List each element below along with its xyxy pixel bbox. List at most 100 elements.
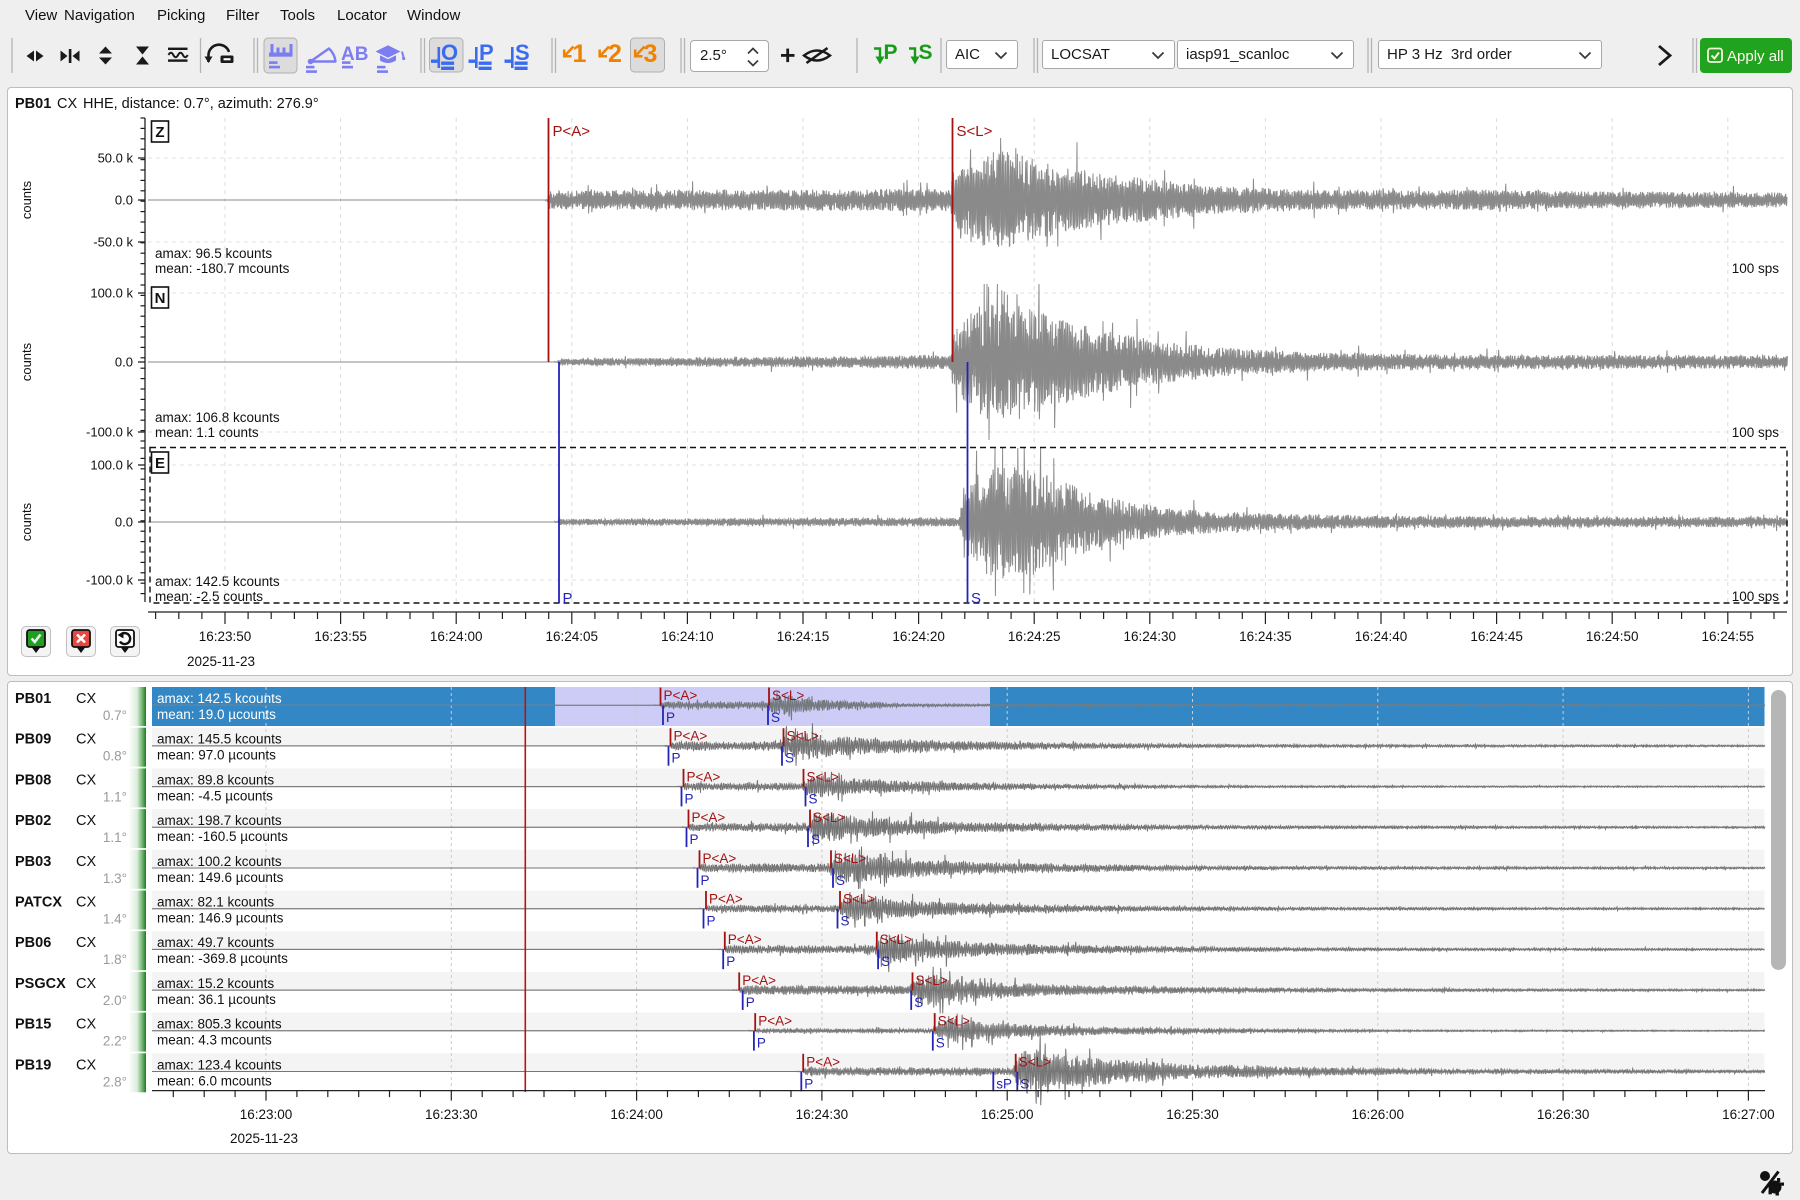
svg-text:0.0: 0.0 — [115, 515, 133, 530]
svg-text:PB02: PB02 — [15, 813, 51, 829]
svg-text:CX: CX — [76, 691, 96, 707]
svg-text:PB15: PB15 — [15, 1017, 51, 1033]
svg-text:S: S — [919, 41, 933, 64]
svg-text:P<A>: P<A> — [674, 729, 708, 744]
svg-text:S: S — [881, 954, 890, 969]
svg-text:16:24:45: 16:24:45 — [1470, 629, 1523, 644]
svg-text:1.3°: 1.3° — [103, 871, 127, 886]
svg-text:16:23:30: 16:23:30 — [425, 1107, 478, 1122]
svg-text:16:27:00: 16:27:00 — [1722, 1107, 1775, 1122]
svg-text:counts: counts — [19, 342, 34, 381]
svg-text:S<L>: S<L> — [938, 1014, 970, 1029]
svg-text:P: P — [746, 995, 755, 1010]
svg-text:100 sps: 100 sps — [1732, 261, 1780, 276]
svg-text:E: E — [155, 455, 165, 472]
svg-text:S<L>: S<L> — [880, 932, 912, 947]
svg-text:2: 2 — [608, 40, 622, 68]
svg-text:mean: -4.5 µcounts: mean: -4.5 µcounts — [157, 788, 273, 803]
svg-text:S: S — [1020, 1076, 1029, 1091]
svg-text:CX: CX — [76, 772, 96, 788]
svg-text:mean: 149.6 µcounts: mean: 149.6 µcounts — [157, 870, 284, 885]
svg-text:CX: CX — [76, 732, 96, 748]
svg-text:mean: 19.0 µcounts: mean: 19.0 µcounts — [157, 707, 276, 722]
svg-text:S: S — [811, 832, 820, 847]
svg-text:16:24:15: 16:24:15 — [777, 629, 830, 644]
svg-text:amax: 198.7 kcounts: amax: 198.7 kcounts — [157, 813, 282, 828]
svg-text:0.0: 0.0 — [115, 193, 133, 208]
svg-text:P: P — [884, 41, 898, 64]
svg-text:100.0 k: 100.0 k — [90, 286, 133, 301]
svg-text:0.7°: 0.7° — [103, 708, 127, 723]
svg-text:S: S — [809, 791, 818, 806]
svg-text:CX: CX — [76, 976, 96, 992]
svg-text:HHE, distance: 0.7°, azimuth:: HHE, distance: 0.7°, azimuth: 276.9° — [83, 96, 319, 112]
svg-text:16:24:30: 16:24:30 — [1124, 629, 1177, 644]
svg-text:16:24:00: 16:24:00 — [430, 629, 483, 644]
svg-text:amax: 15.2 kcounts: amax: 15.2 kcounts — [157, 976, 274, 991]
svg-text:mean: -369.8 µcounts: mean: -369.8 µcounts — [157, 951, 288, 966]
svg-text:16:23:55: 16:23:55 — [314, 629, 367, 644]
svg-text:16:24:20: 16:24:20 — [892, 629, 945, 644]
svg-text:2.0°: 2.0° — [103, 993, 127, 1008]
svg-text:S<L>: S<L> — [1019, 1054, 1051, 1069]
svg-text:S<L>: S<L> — [834, 851, 866, 866]
svg-text:P<A>: P<A> — [664, 688, 698, 703]
svg-text:mean: 6.0 mcounts: mean: 6.0 mcounts — [157, 1073, 272, 1088]
svg-text:CX: CX — [76, 895, 96, 911]
svg-text:S: S — [914, 995, 923, 1010]
svg-text:Apply all: Apply all — [1727, 48, 1784, 65]
svg-text:16:26:30: 16:26:30 — [1537, 1107, 1590, 1122]
svg-text:-100.0 k: -100.0 k — [86, 425, 133, 440]
svg-text:P<A>: P<A> — [806, 1054, 840, 1069]
svg-text:S<L>: S<L> — [787, 729, 819, 744]
svg-text:P: P — [690, 832, 699, 847]
svg-text:100.0 k: 100.0 k — [90, 458, 133, 473]
svg-text:PB01: PB01 — [15, 691, 51, 707]
svg-text:16:24:35: 16:24:35 — [1239, 629, 1292, 644]
svg-text:amax: 96.5 kcounts: amax: 96.5 kcounts — [155, 246, 272, 261]
svg-text:PSGCX: PSGCX — [15, 976, 66, 992]
svg-text:PB19: PB19 — [15, 1057, 51, 1073]
svg-text:1.8°: 1.8° — [103, 952, 127, 967]
svg-text:CX: CX — [76, 1017, 96, 1033]
svg-text:16:24:05: 16:24:05 — [546, 629, 599, 644]
svg-text:16:24:30: 16:24:30 — [796, 1107, 849, 1122]
svg-text:16:25:00: 16:25:00 — [981, 1107, 1034, 1122]
svg-text:16:24:40: 16:24:40 — [1355, 629, 1408, 644]
svg-text:PB09: PB09 — [15, 732, 51, 748]
svg-text:mean: 1.1 counts: mean: 1.1 counts — [155, 425, 259, 440]
svg-text:S<L>: S<L> — [813, 810, 845, 825]
svg-text:16:24:10: 16:24:10 — [661, 629, 714, 644]
svg-text:100 sps: 100 sps — [1732, 425, 1780, 440]
svg-text:0.8°: 0.8° — [103, 749, 127, 764]
svg-text:16:25:30: 16:25:30 — [1166, 1107, 1219, 1122]
svg-text:P<A>: P<A> — [758, 1014, 792, 1029]
svg-text:P: P — [685, 791, 694, 806]
svg-text:3: 3 — [644, 40, 658, 68]
svg-text:16:26:00: 16:26:00 — [1352, 1107, 1405, 1122]
svg-text:mean: -160.5 µcounts: mean: -160.5 µcounts — [157, 829, 288, 844]
svg-text:S<L>: S<L> — [807, 769, 839, 784]
svg-text:S<L>: S<L> — [916, 973, 948, 988]
svg-text:mean: 36.1 µcounts: mean: 36.1 µcounts — [157, 992, 276, 1007]
svg-text:P: P — [672, 751, 681, 766]
svg-text:0.0: 0.0 — [115, 355, 133, 370]
svg-text:P<A>: P<A> — [692, 810, 726, 825]
svg-text:16:24:25: 16:24:25 — [1008, 629, 1061, 644]
svg-text:S<L>: S<L> — [772, 688, 804, 703]
svg-text:P: P — [701, 873, 710, 888]
svg-text:amax: 145.5 kcounts: amax: 145.5 kcounts — [157, 732, 282, 747]
svg-text:Z: Z — [155, 124, 164, 141]
svg-text:counts: counts — [19, 502, 34, 541]
svg-text:CX: CX — [57, 96, 77, 112]
svg-text:1: 1 — [573, 40, 587, 68]
svg-text:amax: 89.8 kcounts: amax: 89.8 kcounts — [157, 772, 274, 787]
svg-text:P: P — [563, 590, 573, 607]
svg-text:16:23:50: 16:23:50 — [199, 629, 252, 644]
svg-text:CX: CX — [76, 854, 96, 870]
svg-text:P<A>: P<A> — [728, 932, 762, 947]
svg-text:2.2°: 2.2° — [103, 1034, 127, 1049]
svg-text:16:24:50: 16:24:50 — [1586, 629, 1639, 644]
svg-text:S<L>: S<L> — [843, 892, 875, 907]
svg-text:S: S — [841, 914, 850, 929]
